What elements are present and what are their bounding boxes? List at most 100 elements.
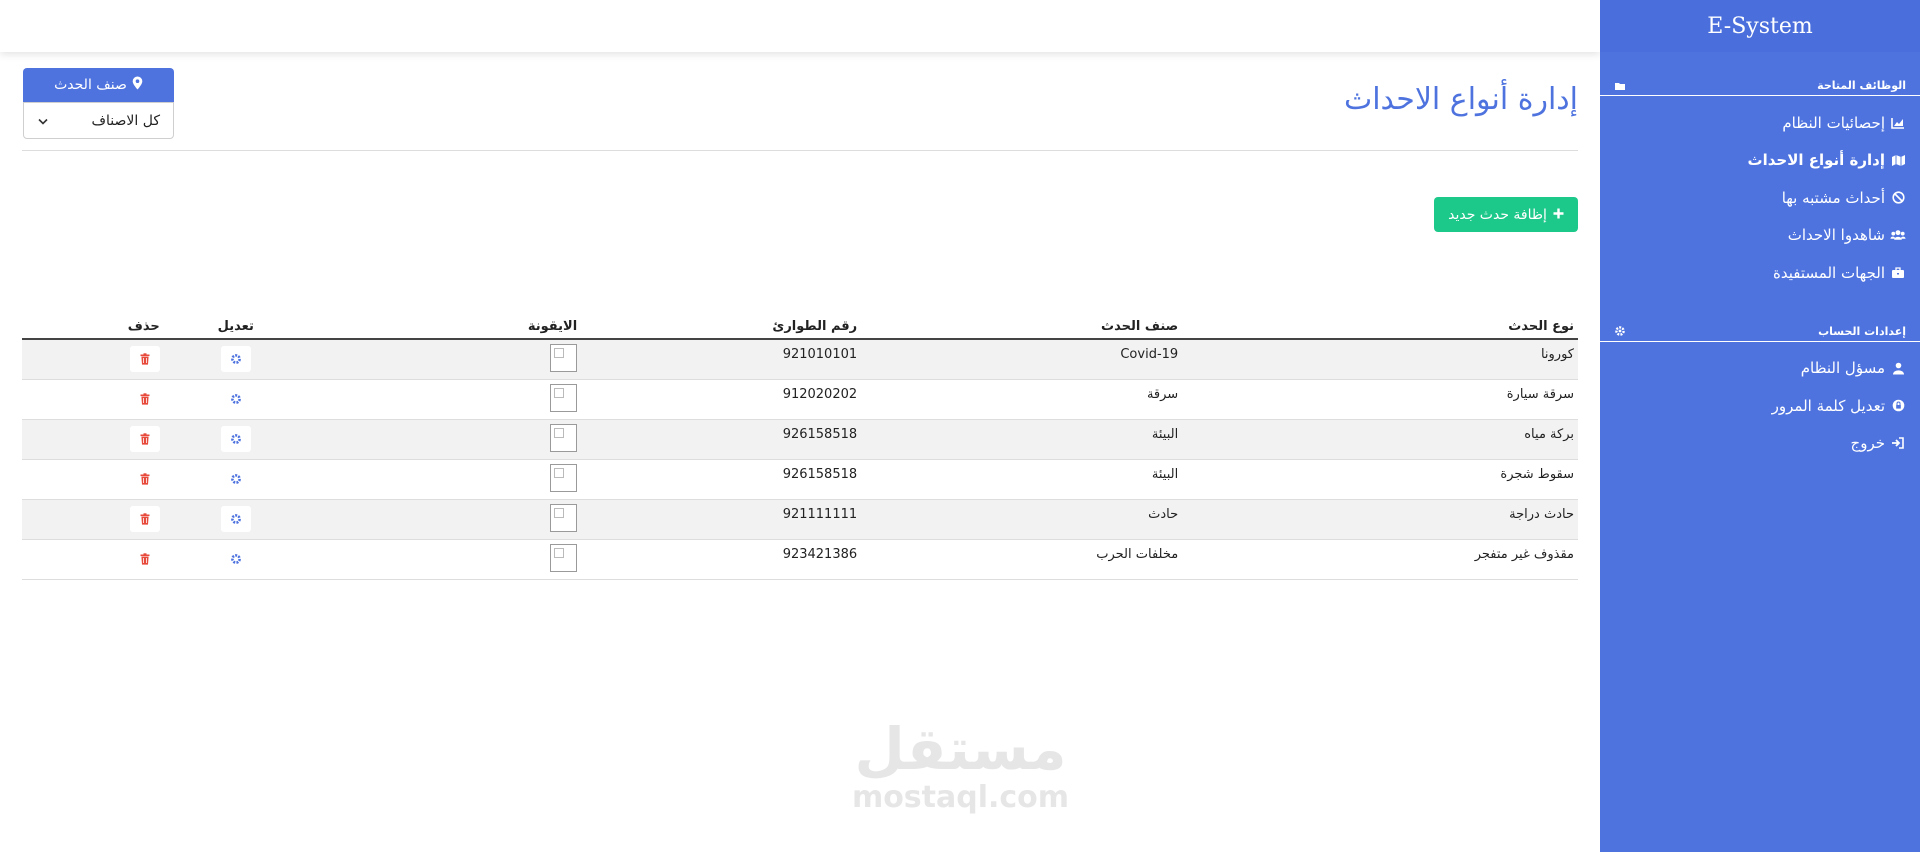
cell-type: مقذوف غير متفجر (1182, 539, 1578, 580)
delete-button[interactable] (129, 546, 160, 572)
cell-type: كورونا (1182, 339, 1578, 380)
sidebar-item-suspicious-events[interactable]: أحداث مشتبه بها (1600, 179, 1920, 217)
cell-emergency: 921111111 (581, 499, 862, 540)
trash-icon (140, 513, 150, 525)
sidebar-item-label: تعديل كلمة المرور (1771, 396, 1885, 415)
ban-icon (1890, 191, 1906, 205)
cell-icon (307, 419, 582, 460)
events-table-wrapper: نوع الحدث صنف الحدث رقم الطوارئ الايقونة… (22, 316, 1578, 580)
sign-out-icon (1890, 436, 1906, 450)
category-select-value: كل الاصناف (91, 112, 160, 129)
sidebar-item-label: أحداث مشتبه بها (1781, 188, 1885, 207)
cell-type: سرقة سيارة (1182, 379, 1578, 420)
trash-icon (140, 553, 150, 565)
edit-button[interactable] (220, 506, 251, 532)
gear-icon (230, 394, 241, 404)
delete-button[interactable] (129, 346, 160, 372)
broken-image-icon (550, 544, 578, 572)
trash-icon (140, 353, 150, 365)
sidebar-item-change-password[interactable]: تعديل كلمة المرور (1600, 387, 1920, 425)
cell-icon (307, 379, 582, 420)
broken-image-icon (550, 464, 578, 492)
mostaql-watermark: مستقل mostaql.com (848, 720, 1073, 815)
table-row: حادث دراجة حادث 921111111 (22, 499, 1578, 540)
events-table: نوع الحدث صنف الحدث رقم الطوارئ الايقونة… (22, 316, 1578, 580)
cell-icon (307, 539, 582, 580)
edit-button[interactable] (220, 346, 251, 372)
briefcase-icon (1890, 266, 1906, 280)
cell-category: مخلفات الحرب (861, 539, 1183, 580)
cell-delete (22, 459, 164, 500)
table-row: كورونا Covid-19 921010101 (22, 339, 1578, 380)
edit-button[interactable] (220, 546, 251, 572)
sidebar-nav: إحصائيات النظام إدارة أنواع الاحداث أحدا… (1600, 96, 1920, 292)
sidebar-item-statistics[interactable]: إحصائيات النظام (1600, 104, 1920, 142)
cell-emergency: 912020202 (581, 379, 862, 420)
cell-delete (22, 379, 164, 420)
sidebar-item-label: شاهدوا الاحداث (1787, 226, 1885, 245)
table-header-row: نوع الحدث صنف الحدث رقم الطوارئ الايقونة… (22, 316, 1578, 340)
broken-image-icon (550, 424, 578, 452)
lock-icon (1890, 399, 1906, 413)
delete-button[interactable] (129, 506, 160, 532)
cell-type: حادث دراجة (1182, 499, 1578, 540)
cell-edit (163, 539, 308, 580)
cell-edit (163, 339, 308, 380)
section-title-functions: الوظائف المتاحة (1817, 79, 1906, 92)
header-type: نوع الحدث (1182, 316, 1578, 340)
add-event-button[interactable]: إظافة حدث جديد (1434, 197, 1578, 232)
cell-category: سرقة (861, 379, 1183, 420)
add-event-label: إظافة حدث جديد (1448, 206, 1547, 223)
delete-button[interactable] (129, 466, 160, 492)
cell-delete (22, 499, 164, 540)
broken-image-icon (550, 384, 578, 412)
users-icon (1890, 228, 1906, 242)
cell-edit (163, 459, 308, 500)
cell-delete (22, 339, 164, 380)
sidebar-item-label: الجهات المستفيدة (1773, 263, 1885, 282)
sidebar-item-logout[interactable]: خروج (1600, 425, 1920, 463)
header-emergency: رقم الطوارئ (581, 316, 862, 340)
chart-area-icon (1890, 116, 1906, 130)
header-category: صنف الحدث (861, 316, 1183, 340)
gear-icon (230, 474, 241, 484)
sidebar-item-beneficiaries[interactable]: الجهات المستفيدة (1600, 254, 1920, 292)
cell-icon (307, 339, 582, 380)
edit-button[interactable] (220, 466, 251, 492)
cell-category: حادث (861, 499, 1183, 540)
trash-icon (140, 473, 150, 485)
category-select[interactable]: كل الاصناف (23, 102, 174, 139)
plus-icon (1553, 207, 1564, 223)
cell-icon (307, 499, 582, 540)
cell-emergency: 923421386 (581, 539, 862, 580)
map-marker-icon (132, 76, 143, 94)
sidebar-item-admin[interactable]: مسؤل النظام (1600, 350, 1920, 388)
gear-icon (230, 434, 241, 444)
sidebar-item-label: مسؤل النظام (1800, 359, 1885, 378)
category-filter-button[interactable]: صنف الحدث (23, 68, 174, 102)
table-row: سقوط شجرة البيئة 926158518 (22, 459, 1578, 500)
cell-delete (22, 539, 164, 580)
edit-button[interactable] (220, 426, 251, 452)
cell-emergency: 926158518 (581, 419, 862, 460)
table-row: مقذوف غير متفجر مخلفات الحرب 923421386 (22, 539, 1578, 580)
watermark-latin: mostaql.com (851, 780, 1070, 815)
sidebar-item-label: خروج (1850, 434, 1885, 453)
broken-image-icon (550, 504, 578, 532)
folder-open-icon (1614, 80, 1626, 92)
sidebar-item-witnesses[interactable]: شاهدوا الاحداث (1600, 217, 1920, 255)
section-header-functions: الوظائف المتاحة (1600, 79, 1920, 96)
gear-icon (230, 354, 241, 364)
cell-type: بركة مياه (1182, 419, 1578, 460)
delete-button[interactable] (129, 426, 160, 452)
edit-button[interactable] (220, 386, 251, 412)
gear-icon (230, 514, 241, 524)
sidebar-item-label: إدارة أنواع الاحداث (1747, 151, 1885, 170)
table-row: بركة مياه البيئة 926158518 (22, 419, 1578, 460)
sidebar-item-event-types[interactable]: إدارة أنواع الاحداث (1600, 142, 1920, 180)
brand-logo[interactable]: E-System (1600, 0, 1920, 52)
cell-edit (163, 499, 308, 540)
cell-delete (22, 419, 164, 460)
delete-button[interactable] (129, 386, 160, 412)
cell-emergency: 921010101 (581, 339, 862, 380)
